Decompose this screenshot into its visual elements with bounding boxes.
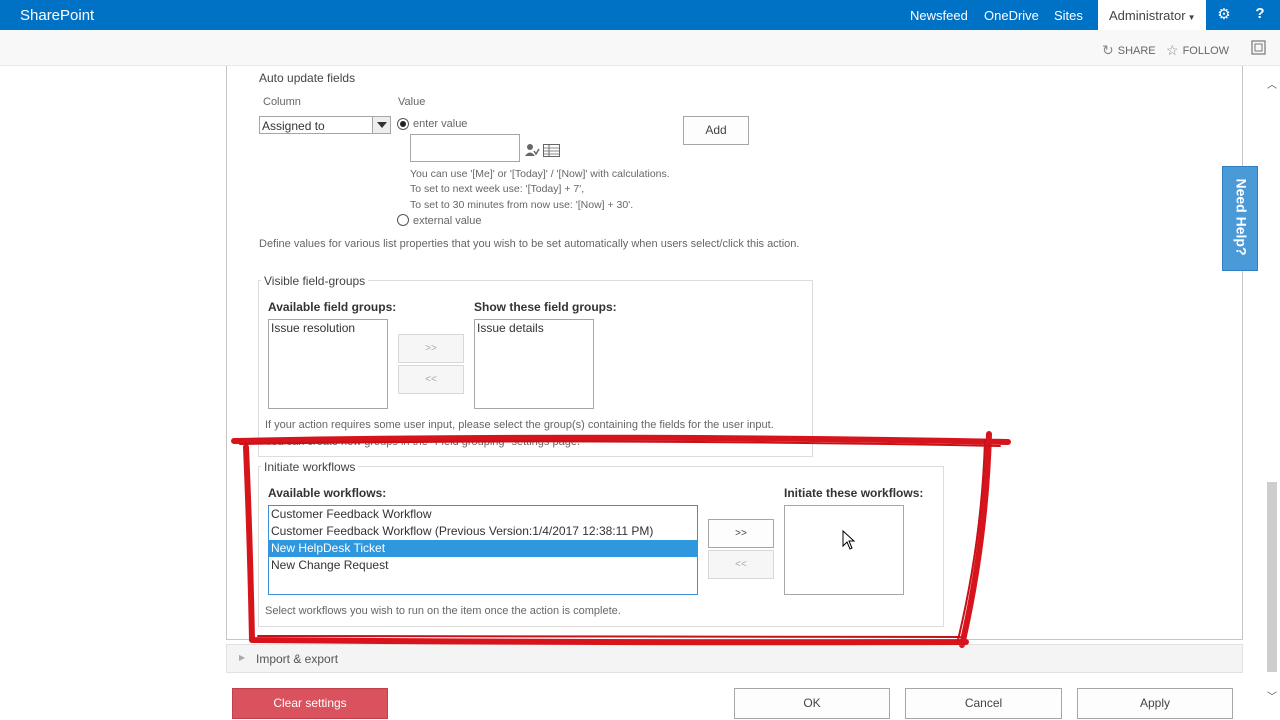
- enter-value-radio[interactable]: [397, 118, 409, 130]
- apply-button[interactable]: Apply: [1077, 688, 1233, 719]
- auto-update-description: Define values for various list propertie…: [259, 238, 800, 250]
- value-input[interactable]: [410, 134, 520, 162]
- question-icon[interactable]: ?: [1250, 5, 1270, 22]
- hint-line-1: You can use '[Me]' or '[Today]' / '[Now]…: [410, 168, 670, 180]
- import-export-section[interactable]: ▶ Import & export: [226, 644, 1243, 673]
- available-field-groups-label: Available field groups:: [268, 300, 397, 314]
- show-field-groups-list[interactable]: Issue details: [474, 319, 594, 409]
- gear-icon[interactable]: ⚙: [1214, 5, 1234, 23]
- follow-button[interactable]: ☆ FOLLOW: [1166, 42, 1229, 59]
- scroll-thumb[interactable]: [1267, 482, 1277, 672]
- need-help-tab[interactable]: Need Help?: [1222, 166, 1258, 271]
- workflows-legend: Initiate workflows: [261, 460, 359, 474]
- share-button[interactable]: ↻ SHARE: [1102, 42, 1156, 59]
- star-icon: ☆: [1166, 42, 1179, 58]
- cancel-button[interactable]: Cancel: [905, 688, 1062, 719]
- enter-value-label: enter value: [413, 118, 468, 130]
- clear-settings-button[interactable]: Clear settings: [232, 688, 388, 719]
- people-picker-icon[interactable]: [525, 143, 540, 162]
- list-item[interactable]: Customer Feedback Workflow (Previous Ver…: [269, 523, 697, 540]
- column-header: Column: [263, 96, 301, 108]
- nav-onedrive[interactable]: OneDrive: [984, 8, 1039, 23]
- list-item[interactable]: Customer Feedback Workflow: [269, 506, 697, 523]
- focus-content-icon[interactable]: [1251, 40, 1266, 58]
- dropdown-arrow-icon: [372, 117, 390, 133]
- share-label: SHARE: [1117, 45, 1156, 57]
- suite-bar: SharePoint Newsfeed OneDrive Sites Admin…: [0, 0, 1280, 30]
- nav-sites[interactable]: Sites: [1054, 8, 1083, 23]
- add-button[interactable]: Add: [683, 116, 749, 145]
- list-item-selected[interactable]: New HelpDesk Ticket: [269, 540, 697, 557]
- column-select-value: Assigned to: [262, 119, 325, 133]
- ok-button[interactable]: OK: [734, 688, 890, 719]
- workflows-note: Select workflows you wish to run on the …: [265, 605, 621, 617]
- nav-newsfeed[interactable]: Newsfeed: [910, 8, 968, 23]
- expand-triangle-icon: ▶: [239, 653, 246, 662]
- main-content: Auto update fields Column Value Assigned…: [0, 66, 1264, 720]
- scroll-down-icon[interactable]: ﹀: [1264, 688, 1280, 704]
- browse-icon[interactable]: [543, 144, 560, 162]
- need-help-label: Need Help?: [1233, 178, 1250, 256]
- remove-field-group-button[interactable]: <<: [398, 365, 464, 394]
- page-scrollbar[interactable]: ︿ ﹀: [1264, 66, 1280, 720]
- list-item[interactable]: Issue details: [475, 320, 593, 337]
- available-field-groups-list[interactable]: Issue resolution: [268, 319, 388, 409]
- field-groups-note-1: If your action requires some user input,…: [265, 419, 774, 431]
- hint-line-2: To set to next week use: '[Today] + 7',: [410, 183, 585, 195]
- page-toolbar: ↻ SHARE ☆ FOLLOW: [0, 30, 1280, 66]
- available-workflows-list[interactable]: Customer Feedback Workflow Customer Feed…: [268, 505, 698, 595]
- field-groups-note-2: You can create new groups in the "Field …: [265, 436, 580, 448]
- auto-update-title: Auto update fields: [259, 71, 356, 85]
- brand-logo[interactable]: SharePoint: [20, 7, 94, 24]
- mouse-cursor-icon: [842, 529, 856, 555]
- list-item[interactable]: Issue resolution: [269, 320, 387, 337]
- add-workflow-button[interactable]: >>: [708, 519, 774, 548]
- import-export-label: Import & export: [256, 652, 339, 666]
- external-value-label: external value: [413, 215, 482, 227]
- external-value-radio[interactable]: [397, 214, 409, 226]
- caret-down-icon: ▼: [1187, 13, 1196, 22]
- field-groups-legend: Visible field-groups: [261, 274, 369, 288]
- list-item[interactable]: New Change Request: [269, 557, 697, 574]
- show-field-groups-label: Show these field groups:: [474, 300, 617, 314]
- add-field-group-button[interactable]: >>: [398, 334, 464, 363]
- remove-workflow-button[interactable]: <<: [708, 550, 774, 579]
- initiate-workflows-label: Initiate these workflows:: [784, 486, 924, 500]
- available-workflows-label: Available workflows:: [268, 486, 387, 500]
- share-icon: ↻: [1102, 42, 1114, 58]
- value-header: Value: [398, 96, 426, 108]
- user-menu[interactable]: Administrator ▼: [1098, 0, 1206, 30]
- follow-label: FOLLOW: [1182, 45, 1230, 57]
- hint-line-3: To set to 30 minutes from now use: '[Now…: [410, 199, 634, 211]
- user-name: Administrator: [1109, 8, 1186, 23]
- scroll-up-icon[interactable]: ︿: [1264, 76, 1280, 92]
- column-select[interactable]: Assigned to: [259, 116, 391, 134]
